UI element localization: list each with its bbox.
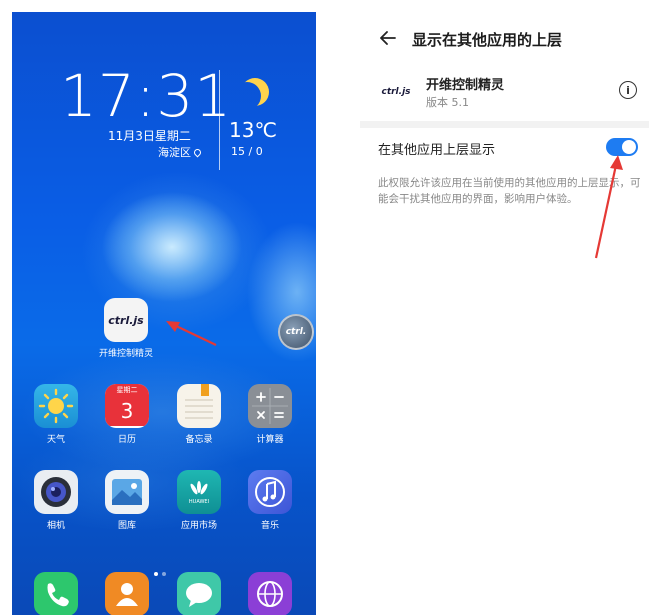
gallery-app-icon <box>105 470 149 514</box>
permission-label: 在其他应用上层显示 <box>378 143 496 158</box>
page-title: 显示在其他应用的上层 <box>412 31 563 49</box>
app-label: 相机 <box>46 521 65 531</box>
info-icon[interactable]: i <box>619 81 637 99</box>
app-camera[interactable]: 相机 <box>26 470 86 531</box>
app-label: 计算器 <box>256 435 284 445</box>
appgallery-app-icon: HUAWEI <box>177 470 221 514</box>
weather-temperature[interactable]: 13℃ <box>229 118 277 142</box>
app-label: 开维控制精灵 <box>98 349 153 359</box>
floating-overlay-button[interactable]: ctrl. <box>278 314 314 350</box>
permission-description: 此权限允许该应用在当前使用的其他应用的上层显示，可能会干扰其他应用的界面，影响用… <box>378 177 641 205</box>
phone-home-screen: 17:31 11月3日星期二 海淀区 13℃ 15 / 0 ctrl.js 开维… <box>12 12 316 615</box>
app-calendar[interactable]: 星期二 3 日历 <box>97 384 157 445</box>
app-weather[interactable]: 天气 <box>26 384 86 445</box>
app-version: 版本 5.1 <box>426 96 469 109</box>
contacts-app-icon <box>105 572 149 615</box>
app-logo-text: ctrl.js <box>381 87 411 97</box>
moon-icon <box>233 82 261 110</box>
camera-app-icon <box>34 470 78 514</box>
phone-app-icon <box>34 572 78 615</box>
calendar-weekday: 星期二 <box>105 384 149 397</box>
app-label: 备忘录 <box>185 435 213 445</box>
app-label: 日历 <box>117 435 136 445</box>
location-pin-icon <box>192 147 203 158</box>
music-app-icon <box>248 470 292 514</box>
ctrljs-logo-text: ctrl.js <box>108 313 144 327</box>
calendar-app-icon: 星期二 3 <box>105 384 149 428</box>
huawei-brand-text: HUAWEI <box>188 498 210 505</box>
weather-aqi: 15 / 0 <box>231 145 263 158</box>
location-district: 海淀区 <box>158 144 203 160</box>
app-name: 开维控制精灵 <box>426 78 505 93</box>
app-appgallery[interactable]: HUAWEI 应用市场 <box>169 470 229 531</box>
app-notes[interactable]: 备忘录 <box>169 384 229 445</box>
clock-time[interactable]: 17:31 <box>60 62 232 130</box>
page-dot <box>162 572 166 576</box>
dock-browser[interactable] <box>240 572 300 615</box>
calendar-day: 3 <box>105 397 149 426</box>
notes-app-icon <box>177 384 221 428</box>
clock-date: 11月3日星期二 <box>108 129 191 143</box>
app-label: 应用市场 <box>180 521 217 531</box>
toggle-knob <box>622 140 636 154</box>
weather-app-icon <box>34 384 78 428</box>
floating-logo-text: ctrl. <box>285 327 307 337</box>
app-label: 图库 <box>117 521 136 531</box>
district-label: 海淀区 <box>158 146 191 159</box>
ctrljs-app-icon: ctrl.js <box>104 298 148 342</box>
app-logo: ctrl.js <box>378 77 414 107</box>
messages-app-icon <box>177 572 221 615</box>
widget-divider <box>219 70 220 170</box>
dock-contacts[interactable] <box>97 572 157 615</box>
app-label: 音乐 <box>260 521 279 531</box>
app-ctrljs[interactable]: ctrl.js 开维控制精灵 <box>96 298 156 359</box>
overlay-permission-page: 显示在其他应用的上层 ctrl.js 开维控制精灵 版本 5.1 i 在其他应用… <box>360 0 649 615</box>
app-music[interactable]: 音乐 <box>240 470 300 531</box>
dock-phone[interactable] <box>26 572 86 615</box>
dock-messages[interactable] <box>169 572 229 615</box>
app-gallery[interactable]: 图库 <box>97 470 157 531</box>
calculator-app-icon <box>248 384 292 428</box>
app-calculator[interactable]: 计算器 <box>240 384 300 445</box>
section-separator <box>360 121 649 128</box>
app-label: 天气 <box>46 435 65 445</box>
screenshot-root: 17:31 11月3日星期二 海淀区 13℃ 15 / 0 ctrl.js 开维… <box>0 0 649 615</box>
overlay-permission-toggle[interactable] <box>606 138 638 156</box>
back-arrow-icon[interactable] <box>378 28 398 48</box>
browser-app-icon <box>248 572 292 615</box>
huawei-logo-icon <box>190 480 208 494</box>
